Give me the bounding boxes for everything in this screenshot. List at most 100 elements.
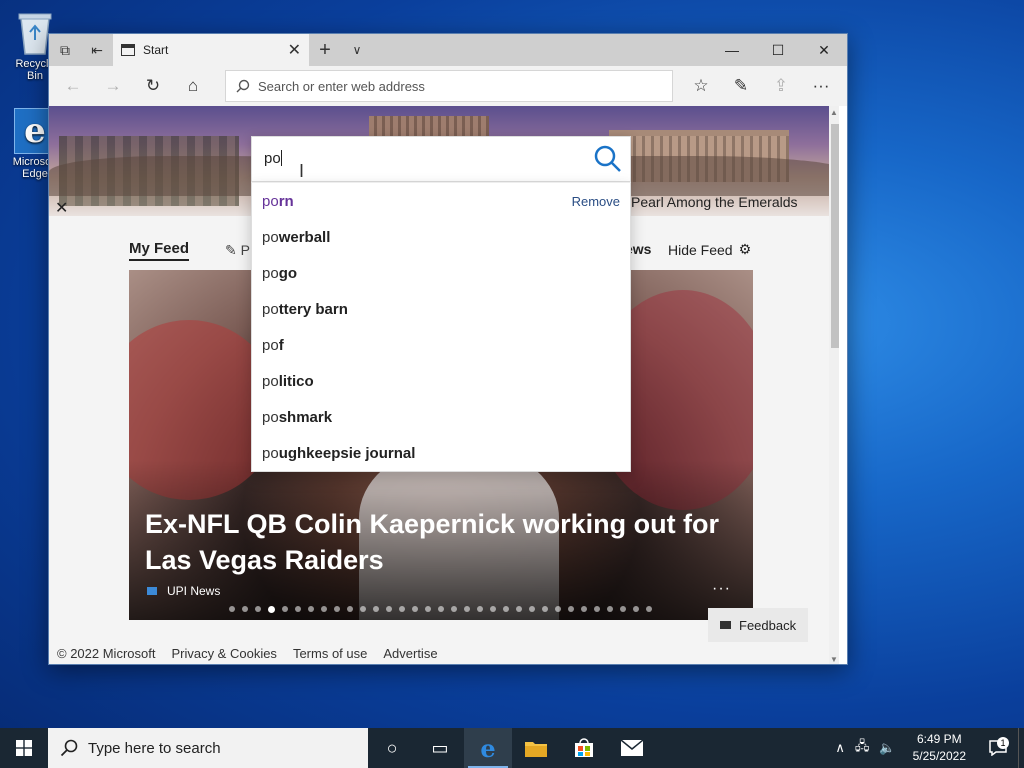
suggestion-item[interactable]: po ttery barn: [252, 291, 630, 327]
more-options-icon[interactable]: ···: [801, 70, 841, 102]
pager-dot[interactable]: [386, 606, 392, 612]
share-icon[interactable]: ⇪: [761, 70, 801, 102]
suggestion-prefix: po: [262, 372, 279, 390]
pager-dot[interactable]: [229, 606, 235, 612]
pager-dot[interactable]: [308, 606, 314, 612]
hero-caption[interactable]: Pearl Among the Emeralds: [631, 194, 798, 210]
suggestion-item[interactable]: po ughkeepsie journal: [252, 435, 630, 471]
forward-button[interactable]: →: [93, 70, 133, 102]
pager-dot[interactable]: [503, 606, 509, 612]
show-desktop-button[interactable]: [1018, 728, 1024, 768]
cortana-icon[interactable]: ○: [368, 728, 416, 768]
show-hidden-icons-icon[interactable]: ∧: [830, 740, 850, 756]
pager-dot[interactable]: [490, 606, 496, 612]
vertical-scrollbar[interactable]: ▲ ▼: [829, 106, 839, 664]
pager-dot[interactable]: [477, 606, 483, 612]
file-explorer-icon[interactable]: [512, 728, 560, 768]
close-tab-icon[interactable]: ✕: [288, 40, 301, 60]
tab-start[interactable]: Start ✕: [113, 34, 309, 66]
pager-dot[interactable]: [542, 606, 548, 612]
advertise-link[interactable]: Advertise: [383, 646, 437, 661]
search-query[interactable]: po: [264, 150, 282, 167]
suggestion-item[interactable]: po f: [252, 327, 630, 363]
privacy-link[interactable]: Privacy & Cookies: [171, 646, 276, 661]
web-search-box[interactable]: po: [251, 136, 631, 182]
tab-preview-chevron-icon[interactable]: ∨: [341, 34, 373, 66]
volume-icon[interactable]: 🔈: [874, 740, 900, 756]
refresh-button[interactable]: ↻: [133, 70, 173, 102]
pager-dot[interactable]: [529, 606, 535, 612]
suggestion-item[interactable]: po rn Remove: [252, 183, 630, 219]
new-tab-button[interactable]: +: [309, 34, 341, 66]
pager-dot[interactable]: [555, 606, 561, 612]
taskbar-edge-icon[interactable]: e: [464, 728, 512, 768]
tab-my-feed[interactable]: My Feed: [129, 240, 190, 261]
pager-dot[interactable]: [464, 606, 470, 612]
pager-dot[interactable]: [594, 606, 600, 612]
scroll-down-icon[interactable]: ▼: [829, 655, 839, 664]
hide-feed-button[interactable]: Hide Feed ⚙: [668, 241, 751, 258]
favorites-icon[interactable]: ☆: [681, 70, 721, 102]
start-button[interactable]: [0, 728, 48, 768]
window-controls: — ☐ ✕: [709, 34, 847, 66]
pager-dot[interactable]: [268, 606, 275, 613]
pager-dot[interactable]: [295, 606, 301, 612]
remove-suggestion-button[interactable]: Remove: [572, 194, 620, 209]
pager-dot[interactable]: [242, 606, 248, 612]
carousel-pager[interactable]: [229, 606, 652, 613]
scroll-thumb[interactable]: [831, 124, 839, 348]
pager-dot[interactable]: [438, 606, 444, 612]
feedback-button[interactable]: Feedback: [708, 608, 808, 642]
tab-personalize[interactable]: ✎ P: [225, 242, 250, 259]
pager-dot[interactable]: [373, 606, 379, 612]
news-headline[interactable]: Ex-NFL QB Colin Kaepernick working out f…: [145, 506, 735, 579]
pager-dot[interactable]: [360, 606, 366, 612]
pager-dot[interactable]: [620, 606, 626, 612]
network-icon[interactable]: 🖧: [850, 737, 875, 759]
pager-dot[interactable]: [399, 606, 405, 612]
pager-dot[interactable]: [425, 606, 431, 612]
card-more-icon[interactable]: ···: [712, 580, 731, 598]
home-button[interactable]: ⌂: [173, 70, 213, 102]
pager-dot[interactable]: [451, 606, 457, 612]
search-icon: [236, 79, 250, 93]
suggestion-item[interactable]: po litico: [252, 363, 630, 399]
suggestion-item[interactable]: po go: [252, 255, 630, 291]
maximize-button[interactable]: ☐: [755, 34, 801, 66]
pager-dot[interactable]: [282, 606, 288, 612]
pager-dot[interactable]: [412, 606, 418, 612]
pager-dot[interactable]: [516, 606, 522, 612]
terms-link[interactable]: Terms of use: [293, 646, 367, 661]
settings-gear-icon[interactable]: ⚙: [739, 241, 752, 258]
pager-dot[interactable]: [581, 606, 587, 612]
tabs-aside-icon[interactable]: ⧉: [49, 34, 81, 66]
pager-dot[interactable]: [646, 606, 652, 612]
action-center-icon[interactable]: 1: [978, 737, 1018, 756]
pager-dot[interactable]: [334, 606, 340, 612]
clock-date: 5/25/2022: [912, 749, 966, 763]
clock[interactable]: 6:49 PM 5/25/2022: [901, 731, 978, 765]
store-icon[interactable]: [560, 728, 608, 768]
set-tabs-aside-icon[interactable]: ⇤: [81, 34, 113, 66]
pager-dot[interactable]: [347, 606, 353, 612]
close-window-button[interactable]: ✕: [801, 34, 847, 66]
suggestion-item[interactable]: po werball: [252, 219, 630, 255]
add-notes-icon[interactable]: ✎: [721, 70, 761, 102]
address-bar[interactable]: Search or enter web address: [225, 70, 673, 102]
pager-dot[interactable]: [607, 606, 613, 612]
back-button[interactable]: ←: [53, 70, 93, 102]
pager-dot[interactable]: [255, 606, 261, 612]
mail-icon[interactable]: [608, 728, 656, 768]
task-view-icon[interactable]: ▭: [416, 728, 464, 768]
minimize-button[interactable]: —: [709, 34, 755, 66]
taskbar: Type here to search ○ ▭ e ∧ 🖧 🔈 6:49 PM …: [0, 728, 1024, 768]
suggestion-completion: werball: [278, 228, 331, 246]
pager-dot[interactable]: [321, 606, 327, 612]
taskbar-search-box[interactable]: Type here to search: [48, 728, 368, 768]
search-icon[interactable]: [592, 143, 624, 175]
pager-dot[interactable]: [568, 606, 574, 612]
close-hero-icon[interactable]: ✕: [55, 198, 68, 218]
scroll-up-icon[interactable]: ▲: [829, 108, 839, 117]
suggestion-item[interactable]: po shmark: [252, 399, 630, 435]
pager-dot[interactable]: [633, 606, 639, 612]
